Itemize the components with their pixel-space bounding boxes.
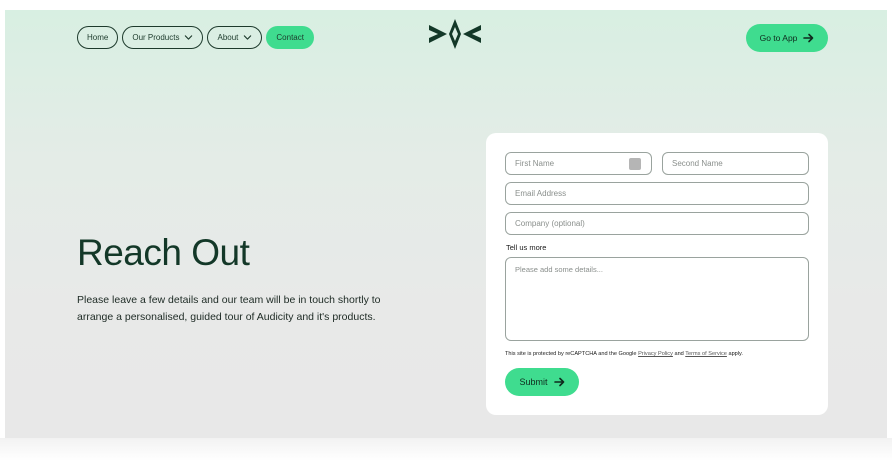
nav-home-label: Home (87, 33, 109, 42)
recaptcha-suffix: apply. (726, 351, 743, 357)
contact-form-card: First Name Second Name Email Address Com… (486, 133, 828, 415)
email-placeholder: Email Address (515, 189, 567, 198)
nav-contact-label: Contact (276, 33, 304, 42)
audicity-logo[interactable] (427, 17, 483, 51)
recaptcha-notice: This site is protected by reCAPTCHA and … (505, 351, 743, 357)
arrow-right-icon (553, 377, 564, 387)
page-description: Please leave a few details and our team … (77, 294, 381, 323)
second-name-placeholder: Second Name (672, 159, 723, 168)
recaptcha-and: and (672, 351, 686, 357)
terms-of-service-link[interactable]: Terms of Service (685, 351, 727, 357)
nav-contact[interactable]: Contact (266, 26, 314, 49)
autofill-key-icon[interactable] (629, 158, 641, 170)
main-nav: Home Our Products About Contact (77, 26, 314, 50)
submit-button[interactable]: Submit (505, 368, 579, 396)
page-background: Home Our Products About Contact Go to Ap… (5, 10, 887, 438)
page-bottom-edge (0, 438, 892, 461)
second-name-field[interactable]: Second Name (662, 152, 809, 175)
nav-our-products[interactable]: Our Products (122, 26, 204, 49)
details-placeholder: Please add some details... (515, 265, 603, 274)
arrow-right-icon (803, 33, 814, 43)
nav-products-label: Our Products (132, 33, 180, 42)
nav-about-label: About (217, 33, 239, 42)
company-placeholder: Company (optional) (515, 219, 585, 228)
page-title: Reach Out (77, 232, 250, 273)
submit-label: Submit (519, 377, 548, 387)
chevron-down-icon (244, 35, 252, 40)
chevron-down-icon (185, 35, 193, 40)
recaptcha-prefix: This site is protected by reCAPTCHA and … (505, 351, 639, 357)
nav-home[interactable]: Home (77, 26, 119, 49)
go-to-app-label: Go to App (759, 33, 798, 43)
details-textarea[interactable]: Please add some details... (505, 257, 809, 341)
email-field[interactable]: Email Address (505, 182, 809, 205)
privacy-policy-link[interactable]: Privacy Policy (638, 351, 673, 357)
first-name-field[interactable]: First Name (505, 152, 652, 175)
nav-about[interactable]: About (207, 26, 263, 49)
company-field[interactable]: Company (optional) (505, 212, 809, 235)
go-to-app-button[interactable]: Go to App (746, 24, 828, 52)
tell-us-more-label: Tell us more (506, 243, 547, 252)
first-name-placeholder: First Name (515, 159, 555, 168)
